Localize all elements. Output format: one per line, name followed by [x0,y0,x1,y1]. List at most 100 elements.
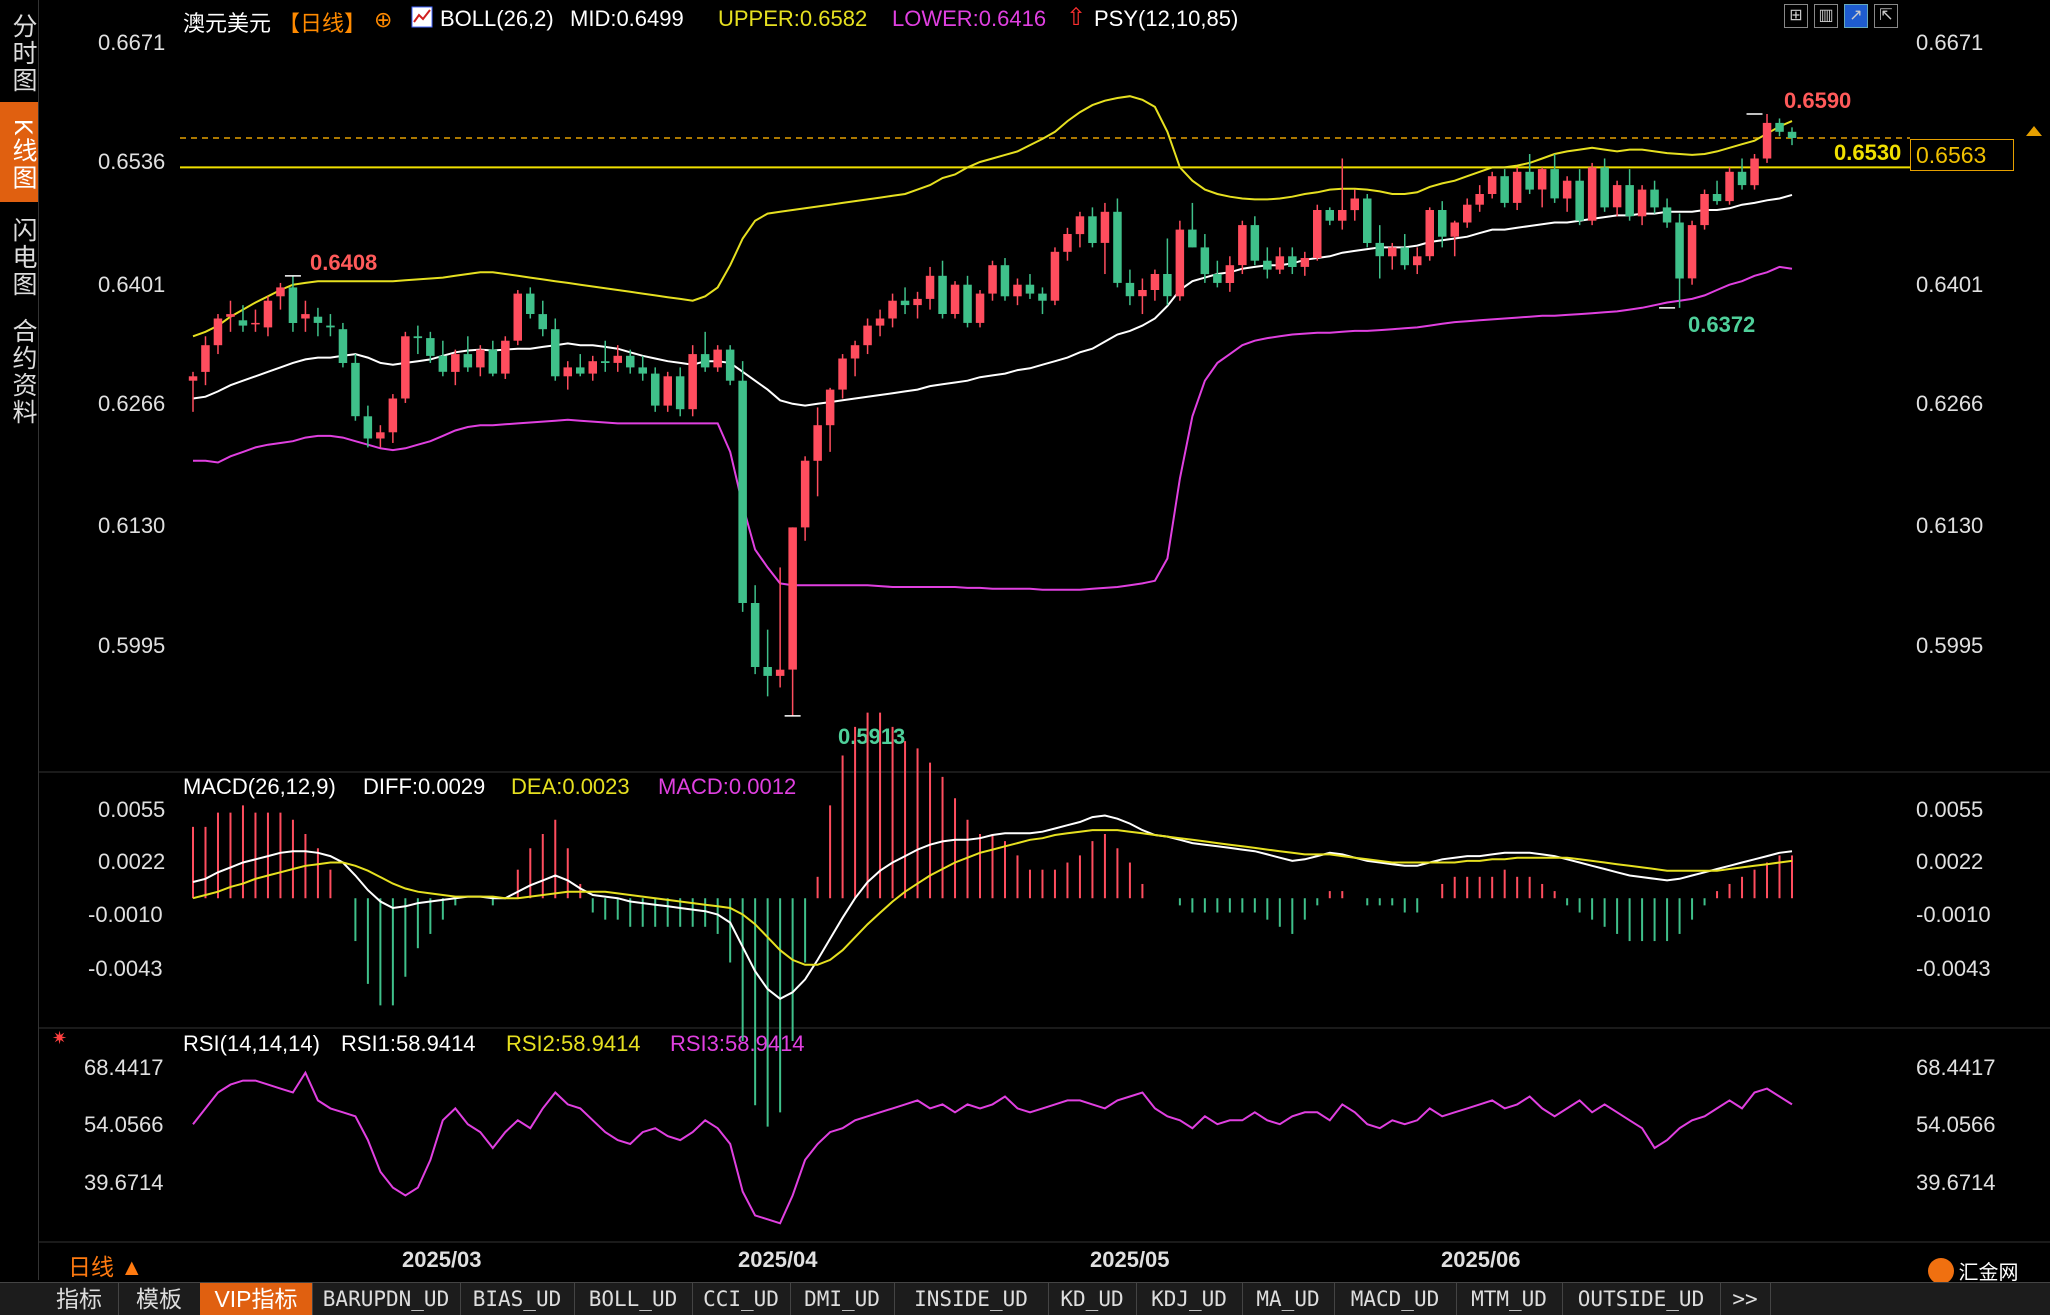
tab-vip[interactable]: VIP指标 [200,1283,313,1315]
candle-body [1075,216,1085,235]
tab-dmi[interactable]: DMI_UD [790,1283,895,1315]
candle-body [238,320,248,326]
candle-body [576,367,585,374]
candle-body [1662,207,1672,223]
candle-body [263,300,273,328]
candle-body [1762,122,1772,159]
tab-cci[interactable]: CCI_UD [692,1283,791,1315]
candle-body [1575,180,1584,221]
tab-more[interactable]: >> [1720,1283,1771,1315]
candle-body [975,293,985,323]
candle-body [1263,260,1272,270]
candle-body [1038,293,1047,301]
last-price-marker [2026,126,2042,137]
candle-body [1612,185,1622,208]
candle-body [1450,222,1459,237]
chart-canvas [38,95,2050,1243]
candle-body [913,298,922,306]
candle-body [301,314,310,319]
candle-body [763,667,772,676]
candle-body [1600,167,1609,208]
candle-body [313,316,323,323]
candle-body [1700,194,1709,226]
candle-body [1425,210,1434,257]
candle-body [188,376,198,381]
tab-mtm[interactable]: MTM_UD [1456,1283,1563,1315]
candle-body [326,325,335,328]
candle-body [1500,176,1509,203]
candle-body [651,373,660,406]
candle-body [338,329,348,363]
candle-body [513,293,522,341]
candle-body [1413,256,1422,266]
candle-body [1637,189,1647,217]
candle-body [401,336,410,399]
tab-macd[interactable]: MACD_UD [1334,1283,1457,1315]
candle-body [588,361,597,374]
tab-kdj[interactable]: KDJ_UD [1136,1283,1243,1315]
candle-body [1000,265,1010,297]
candle-body [1463,204,1472,223]
candle-body [501,340,510,374]
candle-body [1687,225,1697,279]
candle-body [351,362,360,417]
candle-body [1475,194,1484,205]
candle-body [276,287,285,297]
candle-body [1487,176,1497,194]
tab-boll[interactable]: BOLL_UD [574,1283,693,1315]
candle-body [476,349,485,368]
candle-body [1512,171,1522,203]
tab-inside[interactable]: INSIDE_UD [894,1283,1049,1315]
candle-body [1388,247,1397,257]
candle-body [1238,225,1247,266]
indicator-tabbar: 指标 模板 VIP指标 BARUPDN_UD BIAS_UD BOLL_UD C… [0,1282,2050,1315]
candle-body [1188,229,1197,248]
candle-body [1625,185,1634,217]
candle-body [1100,211,1110,243]
candle-body [1050,251,1060,301]
candle-body [1275,256,1285,270]
candle-body [675,376,685,410]
candle-body [363,416,373,439]
tab-barupdn[interactable]: BARUPDN_UD [312,1283,461,1315]
candle-body [1288,256,1297,267]
candle-body [563,367,572,377]
candle-body [813,425,822,461]
candle-body [613,355,622,363]
candle-body [1300,258,1310,267]
candle-body [863,325,872,346]
tab-outside[interactable]: OUTSIDE_UD [1562,1283,1721,1315]
tab-template[interactable]: 模板 [118,1283,201,1315]
candle-body [1650,189,1659,208]
tab-bias[interactable]: BIAS_UD [460,1283,575,1315]
candle-body [775,669,785,676]
candle-body [725,349,735,381]
candle-body [838,358,847,390]
candle-body [1163,274,1172,297]
candle-body [1712,194,1722,202]
candle-body [1375,242,1384,257]
candle-body [1325,210,1334,221]
candle-body [788,527,797,670]
boll-line-lower [193,265,1793,591]
candle-body [938,275,947,314]
candle-body [1675,222,1684,279]
tab-kd[interactable]: KD_UD [1048,1283,1137,1315]
tab-indicator[interactable]: 指标 [40,1283,119,1315]
candle-body [950,284,960,314]
candle-body [1250,225,1260,261]
candle-body [1175,229,1185,297]
candle-body [438,355,448,372]
candle-body [963,284,972,323]
candle-body [551,329,560,377]
candle-body [1550,169,1559,199]
candle-body [226,314,235,317]
candle-body [201,345,210,372]
candle-body [925,275,935,299]
candle-body [638,367,647,374]
candle-body [288,287,298,323]
candle-body [875,318,885,326]
tab-ma[interactable]: MA_UD [1242,1283,1335,1315]
candle-body [1438,210,1447,237]
candle-body [376,432,385,439]
